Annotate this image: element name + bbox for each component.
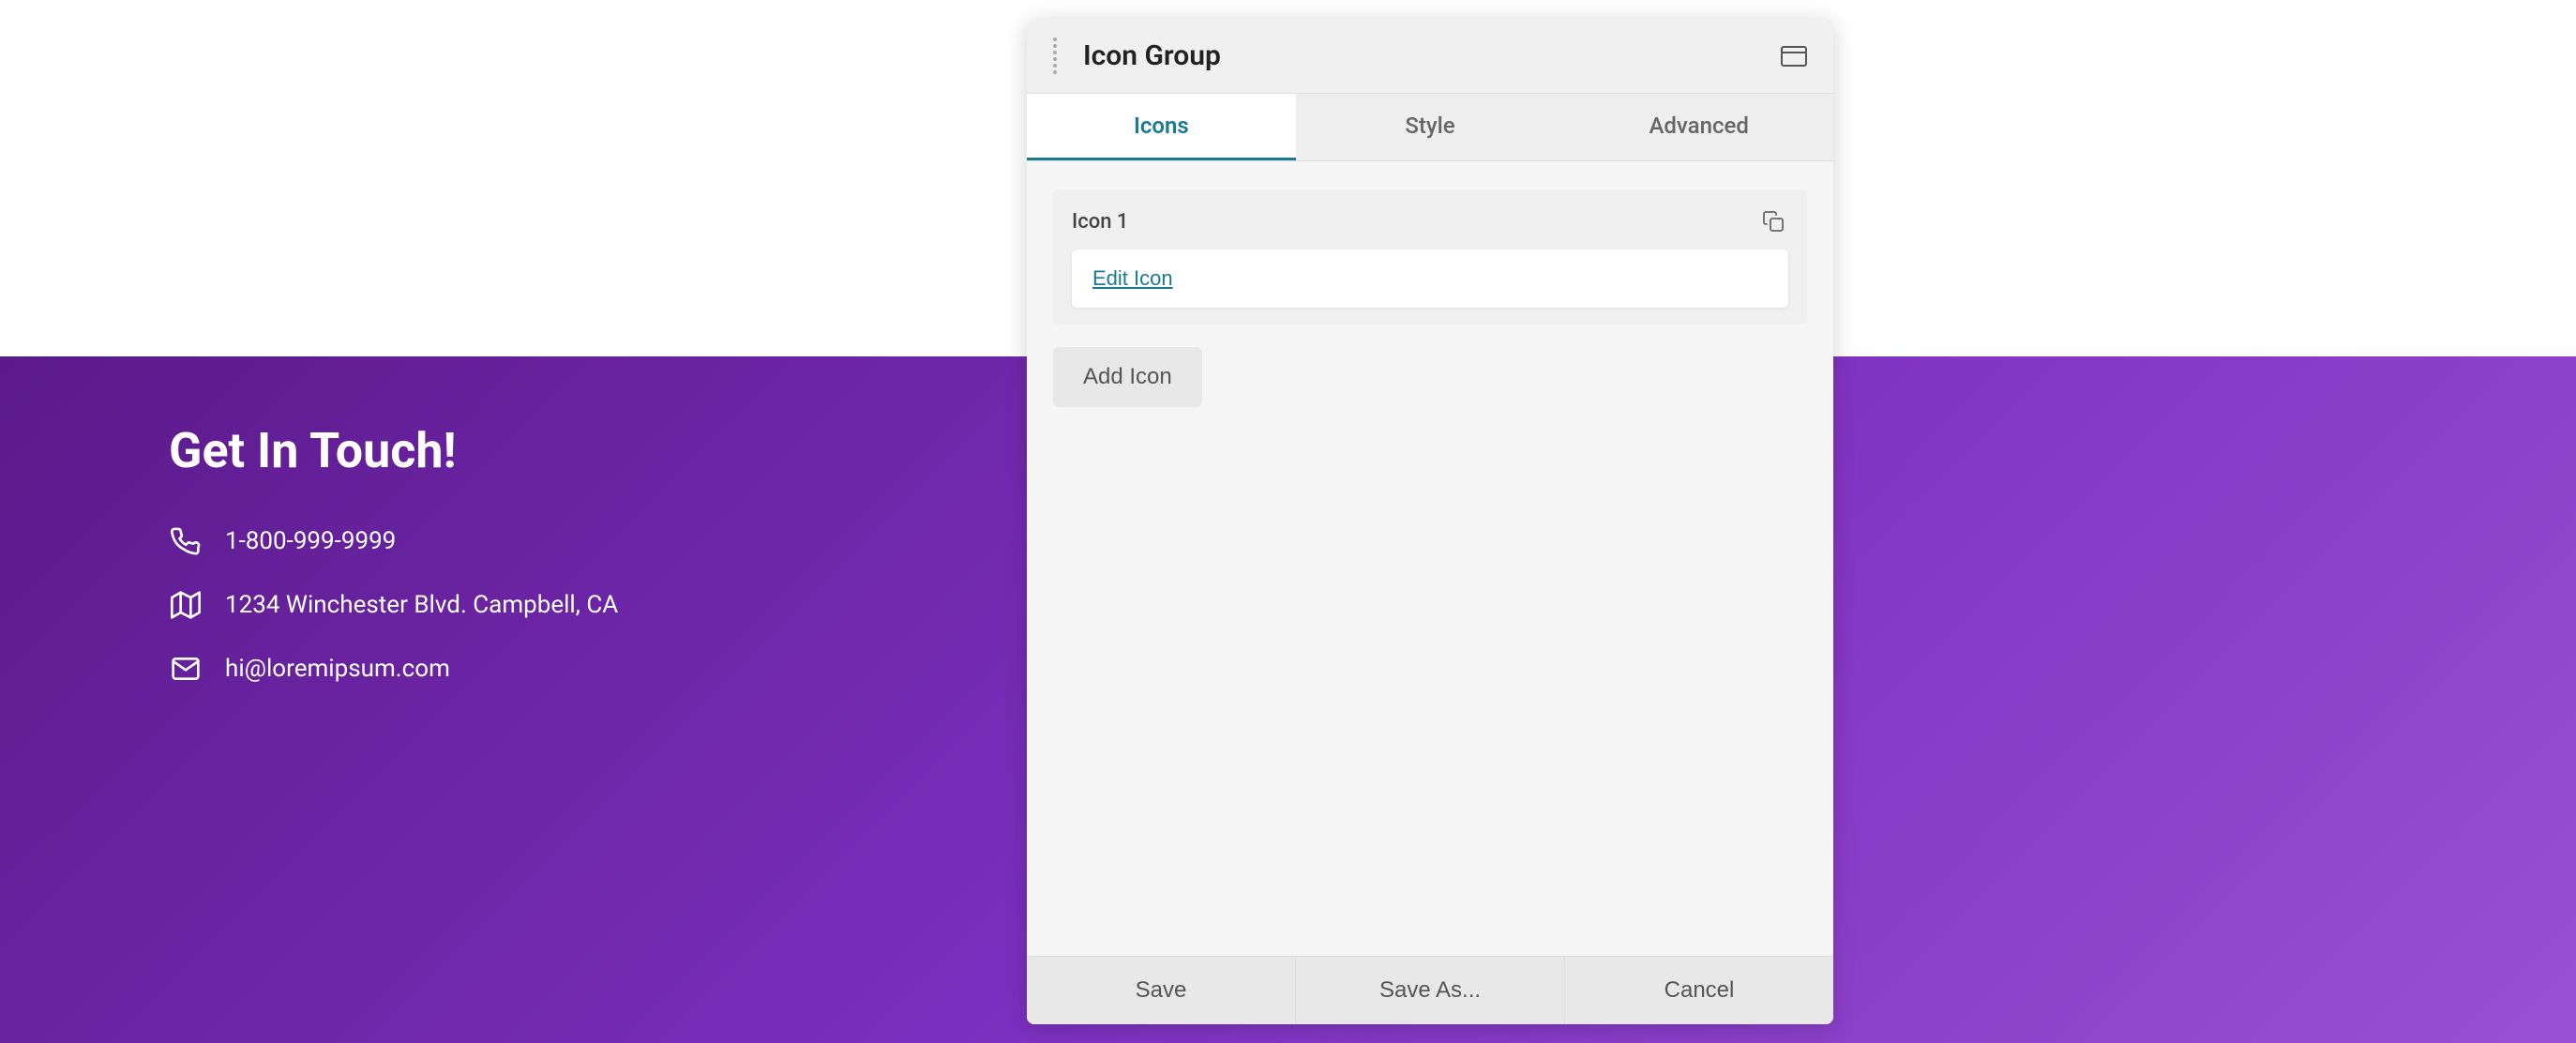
panel-footer: Save Save As... Cancel [1027, 956, 1833, 1024]
drag-handle[interactable] [1053, 38, 1057, 74]
panel-title-row: Icon Group [1053, 38, 1781, 74]
icon1-row: Icon 1 Edit Icon [1053, 189, 1807, 325]
phone-icon [169, 524, 203, 558]
cancel-button[interactable]: Cancel [1565, 957, 1833, 1024]
panel-body: Icon 1 Edit Icon Add Icon [1027, 161, 1833, 956]
phone-text: 1-800-999-9999 [225, 527, 396, 555]
tab-advanced[interactable]: Advanced [1564, 94, 1833, 160]
contact-section: Get In Touch! 1-800-999-9999 1234 Winche… [169, 422, 618, 716]
icon1-label: Icon 1 [1072, 210, 1128, 234]
save-as-button[interactable]: Save As... [1296, 957, 1565, 1024]
panel-header: Icon Group [1027, 19, 1833, 94]
duplicate-icon-button[interactable] [1758, 206, 1788, 236]
tabs-row: Icons Style Advanced [1027, 94, 1833, 161]
edit-icon-button[interactable]: Edit Icon [1092, 266, 1173, 291]
address-text: 1234 Winchester Blvd. Campbell, CA [225, 591, 618, 619]
contact-title: Get In Touch! [169, 422, 618, 479]
map-icon [169, 588, 203, 622]
icon-edit-box: Edit Icon [1072, 249, 1788, 308]
add-icon-button[interactable]: Add Icon [1053, 347, 1202, 407]
panel-title: Icon Group [1083, 39, 1221, 72]
contact-email: hi@loremipsum.com [169, 652, 618, 686]
contact-phone: 1-800-999-9999 [169, 524, 618, 558]
contact-address: 1234 Winchester Blvd. Campbell, CA [169, 588, 618, 622]
icon1-header: Icon 1 [1072, 206, 1788, 236]
modal-panel: Icon Group Icons Style Advanced Icon 1 E… [1027, 19, 1833, 1024]
email-text: hi@loremipsum.com [225, 655, 450, 683]
window-icon[interactable] [1781, 46, 1807, 67]
tab-style[interactable]: Style [1296, 94, 1565, 160]
envelope-icon [169, 652, 203, 686]
save-button[interactable]: Save [1027, 957, 1296, 1024]
tab-icons[interactable]: Icons [1027, 94, 1296, 160]
